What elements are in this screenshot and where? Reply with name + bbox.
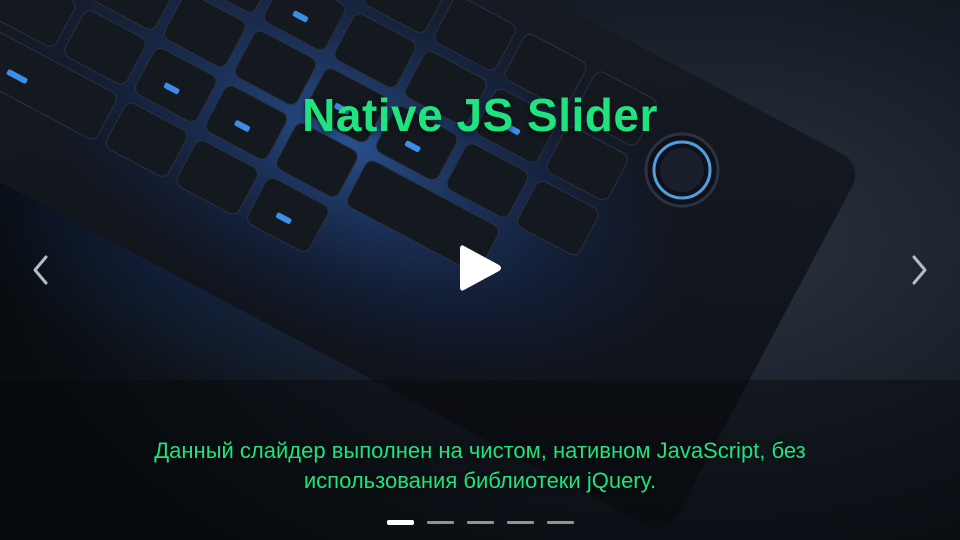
slide-caption: Данный слайдер выполнен на чистом, натив…	[154, 438, 806, 493]
play-button[interactable]	[456, 242, 504, 294]
next-slide-button[interactable]	[902, 252, 938, 288]
slide-indicator-4[interactable]	[506, 521, 534, 524]
slide-indicator-3[interactable]	[466, 521, 494, 524]
prev-slide-button[interactable]	[22, 252, 58, 288]
slide-indicators	[0, 520, 960, 526]
chevron-left-icon	[33, 255, 48, 285]
slide-title: Native JS Slider	[302, 89, 658, 141]
slide-indicator-2[interactable]	[426, 521, 454, 524]
chevron-right-icon	[912, 255, 927, 285]
slide-indicator-1[interactable]	[386, 520, 414, 525]
play-icon	[460, 245, 501, 291]
slider: Native JS Slider Данный слайдер выполнен…	[0, 0, 960, 540]
slide-indicator-5[interactable]	[546, 521, 574, 524]
